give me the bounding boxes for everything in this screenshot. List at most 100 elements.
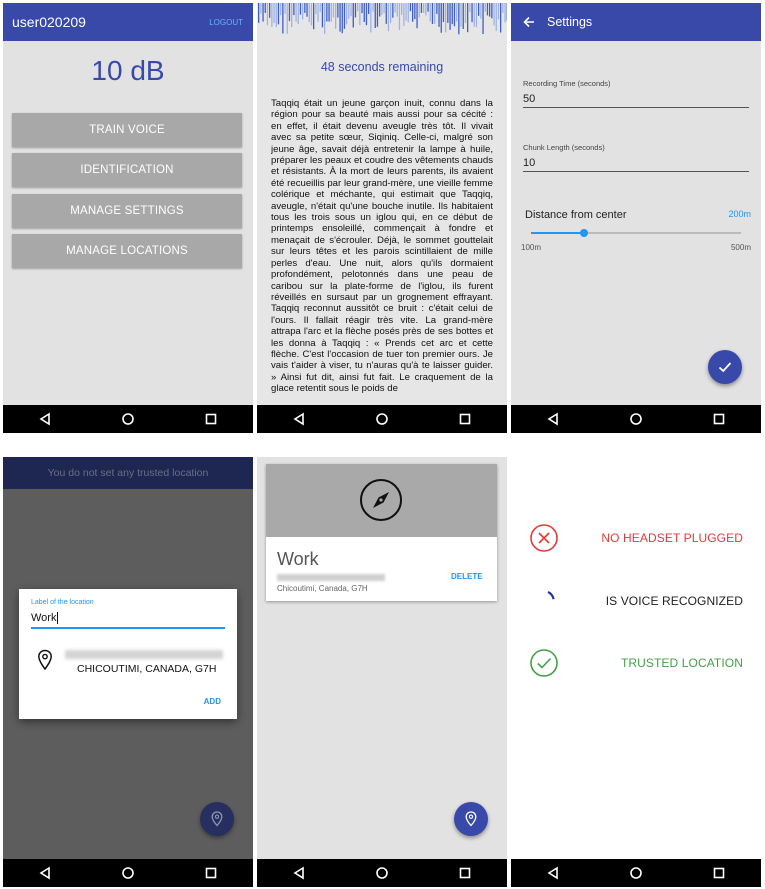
waveform-bar — [438, 3, 440, 27]
waveform-bar — [337, 3, 339, 18]
waveform-bar — [299, 3, 302, 15]
waveform-bar — [482, 3, 484, 34]
slider-min-label: 100m — [521, 243, 542, 252]
add-location-dialog: Label of the location Work CHICOUTIMI, C… — [19, 589, 237, 719]
back-icon[interactable] — [292, 866, 306, 880]
waveform-bar — [372, 3, 374, 12]
waveform-bar — [264, 3, 266, 13]
waveform-bar — [381, 3, 383, 15]
db-level-display: 10 dB — [91, 55, 165, 86]
address-city-line: CHICOUTIMI, CANADA, G7H — [77, 663, 217, 675]
waveform-bar — [266, 3, 269, 26]
nav-bar — [511, 859, 761, 887]
username: user020209 — [12, 14, 86, 30]
waveform-bar — [385, 3, 387, 24]
waveform-bar — [453, 3, 456, 27]
waveform-bar — [280, 3, 282, 16]
waveform-bar — [262, 3, 264, 22]
home-icon[interactable] — [121, 412, 135, 426]
recents-icon[interactable] — [204, 866, 218, 880]
back-icon[interactable] — [546, 412, 560, 426]
waveform-bar — [341, 3, 343, 34]
add-location-fab[interactable] — [200, 802, 234, 836]
waveform-bar — [357, 3, 359, 12]
waveform-bar — [469, 3, 471, 13]
slider-thumb[interactable] — [579, 229, 588, 237]
location-label-input[interactable]: Work — [31, 612, 59, 624]
manage-locations-button[interactable]: MANAGE LOCATIONS — [12, 234, 242, 268]
waveform-bar — [297, 3, 299, 25]
waveform-bar — [416, 3, 418, 29]
waveform-bar — [277, 3, 280, 25]
waveform-bar — [354, 3, 357, 18]
waveform-bar — [434, 3, 436, 24]
waveform-bar — [308, 3, 310, 23]
train-voice-button[interactable]: TRAIN VOICE — [12, 113, 242, 147]
waveform-bar — [462, 3, 464, 29]
manage-settings-button[interactable]: MANAGE SETTINGS — [12, 194, 242, 228]
waveform-bar — [398, 3, 401, 30]
distance-label: Distance from center — [525, 209, 627, 221]
error-circle-icon — [530, 524, 558, 552]
waveform-bar — [504, 3, 506, 23]
add-location-fab[interactable] — [454, 802, 488, 836]
distance-slider[interactable] — [531, 228, 741, 238]
waveform-bar — [442, 3, 445, 22]
waveform-bar — [491, 3, 493, 19]
waveform-bar — [467, 3, 469, 33]
back-icon[interactable] — [546, 866, 560, 880]
recents-icon[interactable] — [458, 866, 472, 880]
waveform-bar — [396, 3, 398, 17]
back-icon[interactable] — [38, 866, 52, 880]
waveform-bar — [412, 3, 414, 22]
confirm-fab[interactable] — [708, 350, 742, 384]
waveform-bar — [288, 3, 291, 22]
logout-button[interactable]: LOGOUT — [209, 18, 243, 27]
screen-home: user020209 LOGOUT 10 dB TRAIN VOICE IDEN… — [3, 3, 253, 433]
home-icon[interactable] — [629, 866, 643, 880]
waveform-bar — [429, 3, 431, 22]
back-icon[interactable] — [38, 412, 52, 426]
waveform-bar — [427, 3, 429, 12]
status-row-headset: NO HEADSET PLUGGED — [529, 521, 743, 555]
app-bar: Settings — [511, 3, 761, 41]
slider-fill — [531, 232, 584, 234]
waveform-bar — [460, 3, 462, 27]
recents-icon[interactable] — [712, 412, 726, 426]
waveform-bar — [458, 3, 460, 35]
screen-reading: 48 seconds remaining Taqqiq était un jeu… — [257, 3, 507, 433]
page-title: Settings — [547, 15, 593, 29]
home-icon[interactable] — [629, 412, 643, 426]
location-label-caption: Label of the location — [31, 599, 94, 606]
recents-icon[interactable] — [458, 412, 472, 426]
home-icon[interactable] — [121, 866, 135, 880]
waveform-bar — [471, 3, 473, 23]
waveform-bar — [451, 3, 453, 25]
home-icon[interactable] — [375, 866, 389, 880]
waveform-bar — [363, 3, 365, 22]
back-icon[interactable] — [292, 412, 306, 426]
waveform-bar — [346, 3, 348, 25]
recents-icon[interactable] — [204, 412, 218, 426]
location-name: Work — [277, 549, 319, 569]
back-arrow-icon[interactable] — [522, 15, 536, 29]
recording-time-underline — [523, 107, 749, 108]
compass-icon — [360, 479, 402, 521]
home-icon[interactable] — [375, 412, 389, 426]
location-card: Work Chicoutimi, Canada, G7H DELETE — [266, 464, 497, 601]
delete-button[interactable]: DELETE — [451, 572, 483, 581]
location-pin-icon — [211, 811, 223, 827]
waveform-bar — [361, 3, 363, 14]
app-bar: user020209 LOGOUT — [3, 3, 253, 41]
waveform-bar — [390, 3, 392, 23]
chunk-length-input[interactable]: 10 — [523, 157, 535, 169]
recents-icon[interactable] — [712, 866, 726, 880]
waveform-bar — [473, 3, 475, 27]
add-button[interactable]: ADD — [204, 697, 221, 706]
recording-time-input[interactable]: 50 — [523, 93, 535, 105]
input-underline — [31, 627, 225, 629]
waveform-bar — [480, 3, 482, 19]
waveform-bar — [425, 3, 427, 16]
waveform-bar — [302, 3, 304, 20]
identification-button[interactable]: IDENTIFICATION — [12, 153, 242, 187]
